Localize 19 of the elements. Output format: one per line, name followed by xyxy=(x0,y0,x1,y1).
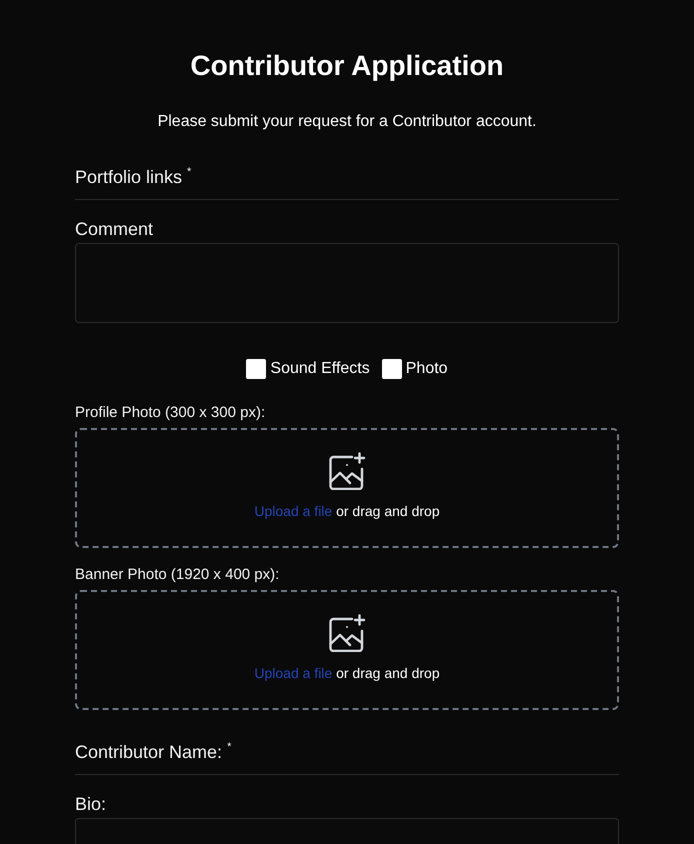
text-area-field[interactable] xyxy=(75,243,619,323)
page-title: Contributor Application xyxy=(189,49,505,83)
checkbox[interactable] xyxy=(246,359,266,379)
section-heading: Portfolio links $^{*}$ xyxy=(75,166,619,200)
image-add-icon xyxy=(328,452,366,490)
checkbox-label: Sound Effects xyxy=(270,359,370,379)
upload-label: Banner Photo (1920 x 400 px): xyxy=(75,566,280,584)
file-drop-zone[interactable]: Upload a file or drag and drop xyxy=(75,428,619,548)
checkbox[interactable] xyxy=(382,359,402,379)
image-add-icon xyxy=(328,614,366,652)
field-label: Bio: xyxy=(75,793,108,815)
checkbox-label: Photo xyxy=(406,359,448,379)
upload-hint: Upload a file or drag and drop xyxy=(254,503,440,520)
file-drop-zone[interactable]: Upload a file or drag and drop xyxy=(75,590,619,710)
upload-hint: Upload a file or drag and drop xyxy=(254,665,440,682)
page-subtitle: Please submit your request for a Contributor account. xyxy=(156,112,538,132)
upload-label: Profile Photo (300 x 300 px): xyxy=(75,404,266,422)
section-heading: Contributor Name: $^{*}$ xyxy=(75,741,619,775)
field-label: Comment xyxy=(75,218,154,240)
